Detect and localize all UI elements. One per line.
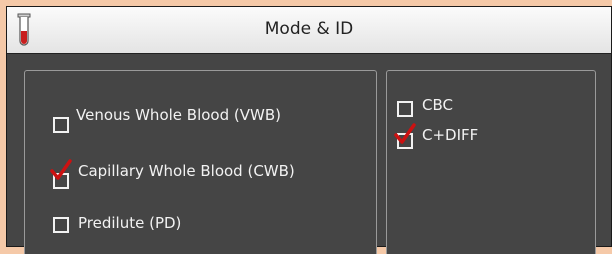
mode-id-dialog: Mode & ID Venous Whole Blood (VWB) Capil… <box>6 6 612 254</box>
capillary-checkbox[interactable] <box>53 173 69 189</box>
c-diff-label: C+DIFF <box>422 126 479 144</box>
sample-mode-group: Venous Whole Blood (VWB) Capillary Whole… <box>24 70 377 254</box>
predilute-label: Predilute (PD) <box>78 214 182 232</box>
title-bar: Mode & ID <box>7 7 611 54</box>
dialog-title: Mode & ID <box>264 19 354 39</box>
capillary-label: Capillary Whole Blood (CWB) <box>78 162 295 180</box>
venous-checkbox[interactable] <box>53 117 69 133</box>
cbc-label: CBC <box>422 96 453 114</box>
page: { "window": { "title": "Mode & ID", "tit… <box>0 0 612 254</box>
cbc-checkbox[interactable] <box>397 101 413 117</box>
c-diff-checkbox[interactable] <box>397 133 413 149</box>
test-type-group: CBC C+DIFF <box>386 70 596 254</box>
predilute-checkbox[interactable] <box>53 217 69 233</box>
venous-label: Venous Whole Blood (VWB) <box>76 106 281 124</box>
